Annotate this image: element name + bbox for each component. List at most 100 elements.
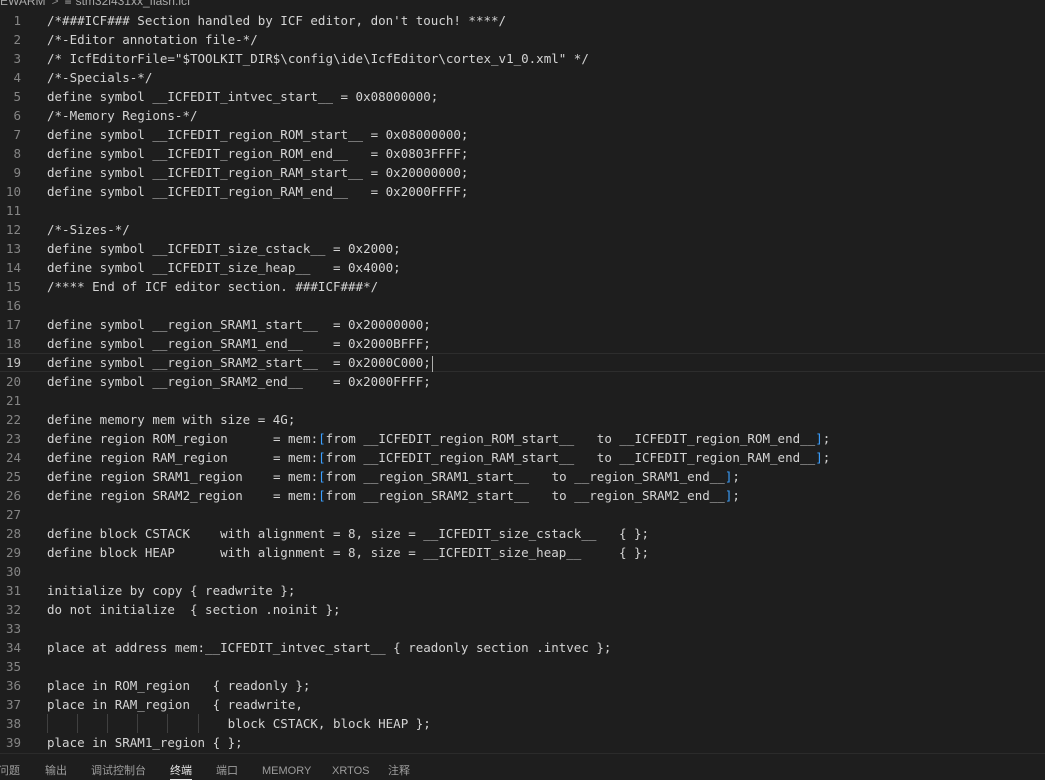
line-number: 32 <box>5 602 21 617</box>
code-line[interactable]: 36 place in ROM_region { readonly }; <box>0 676 1045 695</box>
line-number: 35 <box>5 659 21 674</box>
panel-tab[interactable]: XRTOS <box>332 763 370 779</box>
code-text[interactable]: define symbol __ICFEDIT_region_ROM_end__… <box>47 144 468 163</box>
code-line[interactable]: 5 define symbol __ICFEDIT_intvec_start__ … <box>0 87 1045 106</box>
breadcrumb-folder[interactable]: EWARM <box>0 0 46 8</box>
code-line[interactable]: 23 define region ROM_region = mem:[from _… <box>0 429 1045 448</box>
code-line[interactable]: 30 <box>0 562 1045 581</box>
code-line[interactable]: 6 /*-Memory Regions-*/ <box>0 106 1045 125</box>
code-line[interactable]: 8 define symbol __ICFEDIT_region_ROM_end_… <box>0 144 1045 163</box>
panel-tab[interactable]: 问题 <box>0 763 20 779</box>
code-text[interactable]: /*-Sizes-*/ <box>47 220 130 239</box>
code-line[interactable]: 11 <box>0 201 1045 220</box>
code-line[interactable]: 14 define symbol __ICFEDIT_size_heap__ = … <box>0 258 1045 277</box>
code-text[interactable]: define block HEAP with alignment = 8, si… <box>47 543 649 562</box>
breadcrumb: EWARM > ≡ stm32l431xx_flash.icf <box>0 0 1045 8</box>
code-line[interactable]: 10 define symbol __ICFEDIT_region_RAM_end… <box>0 182 1045 201</box>
file-lines-icon: ≡ <box>64 0 72 8</box>
code-text[interactable]: define symbol __ICFEDIT_region_RAM_end__… <box>47 182 468 201</box>
bracket: ] <box>724 469 733 484</box>
code-text[interactable]: initialize by copy { readwrite }; <box>47 581 295 600</box>
code-line[interactable]: 20 define symbol __region_SRAM2_end__ = 0… <box>0 372 1045 391</box>
panel-tab[interactable]: 调试控制台 <box>91 763 146 779</box>
line-number: 13 <box>5 241 21 256</box>
panel-tab[interactable]: 输出 <box>45 763 67 779</box>
code-text[interactable]: define symbol __region_SRAM1_start__ = 0… <box>47 315 431 334</box>
code-line[interactable]: 22 define memory mem with size = 4G; <box>0 410 1045 429</box>
code-text[interactable]: place in ROM_region { readonly }; <box>47 676 310 695</box>
line-number: 15 <box>5 279 21 294</box>
breadcrumb-file[interactable]: stm32l431xx_flash.icf <box>76 0 191 8</box>
code-line[interactable]: 29 define block HEAP with alignment = 8, … <box>0 543 1045 562</box>
line-number: 29 <box>5 545 21 560</box>
code-text[interactable]: place in RAM_region { readwrite, <box>47 695 303 714</box>
text-cursor <box>431 355 433 372</box>
line-number: 31 <box>5 583 21 598</box>
code-text[interactable]: define region RAM_region = mem:[from __I… <box>47 448 830 467</box>
panel-tab[interactable]: MEMORY <box>262 763 311 779</box>
code-line[interactable]: 17 define symbol __region_SRAM1_start__ =… <box>0 315 1045 334</box>
code-line[interactable]: 38 block CSTACK, block HEAP }; <box>0 714 1045 733</box>
code-line[interactable]: 28 define block CSTACK with alignment = 8… <box>0 524 1045 543</box>
code-line[interactable]: 35 <box>0 657 1045 676</box>
code-line[interactable]: 3 /* IcfEditorFile="$TOOLKIT_DIR$\config\… <box>0 49 1045 68</box>
code-line[interactable]: 16 <box>0 296 1045 315</box>
code-text[interactable]: /*-Editor annotation file-*/ <box>47 30 258 49</box>
code-text[interactable]: define block CSTACK with alignment = 8, … <box>47 524 649 543</box>
code-text[interactable]: define region SRAM2_region = mem:[from _… <box>47 486 740 505</box>
panel-tab[interactable]: 端口 <box>216 763 238 779</box>
code-line[interactable]: 39 place in SRAM1_region { }; <box>0 733 1045 752</box>
code-line[interactable]: 26 define region SRAM2_region = mem:[from… <box>0 486 1045 505</box>
panel-tab[interactable]: 终端 <box>170 763 192 780</box>
code-line[interactable]: 34 place at address mem:__ICFEDIT_intvec_… <box>0 638 1045 657</box>
code-line[interactable]: 25 define region SRAM1_region = mem:[from… <box>0 467 1045 486</box>
code-text[interactable]: place at address mem:__ICFEDIT_intvec_st… <box>47 638 611 657</box>
code-line[interactable]: 32 do not initialize { section .noinit }; <box>0 600 1045 619</box>
code-line[interactable]: 18 define symbol __region_SRAM1_end__ = 0… <box>0 334 1045 353</box>
code-text[interactable]: /**** End of ICF editor section. ###ICF#… <box>47 277 378 296</box>
line-number: 11 <box>5 203 21 218</box>
code-text[interactable]: block CSTACK, block HEAP }; <box>47 714 431 733</box>
line-number: 37 <box>5 697 21 712</box>
code-text[interactable]: /*-Specials-*/ <box>47 68 152 87</box>
code-editor[interactable]: 1 /*###ICF### Section handled by ICF edit… <box>0 11 1045 753</box>
code-line[interactable]: 21 <box>0 391 1045 410</box>
line-number: 3 <box>13 51 21 66</box>
code-text[interactable]: /*-Memory Regions-*/ <box>47 106 198 125</box>
chevron-right-icon: > <box>51 0 59 8</box>
code-line[interactable]: 24 define region RAM_region = mem:[from _… <box>0 448 1045 467</box>
code-text[interactable]: define symbol __region_SRAM2_start__ = 0… <box>47 353 433 372</box>
code-text[interactable]: define symbol __ICFEDIT_region_RAM_start… <box>47 163 468 182</box>
code-line[interactable]: 13 define symbol __ICFEDIT_size_cstack__ … <box>0 239 1045 258</box>
code-text[interactable]: define region ROM_region = mem:[from __I… <box>47 429 830 448</box>
code-line[interactable]: 4 /*-Specials-*/ <box>0 68 1045 87</box>
code-line[interactable]: 2 /*-Editor annotation file-*/ <box>0 30 1045 49</box>
code-text[interactable]: define symbol __ICFEDIT_size_cstack__ = … <box>47 239 401 258</box>
code-line[interactable]: 19 define symbol __region_SRAM2_start__ =… <box>0 353 1045 372</box>
line-number: 1 <box>13 13 21 28</box>
code-line[interactable]: 7 define symbol __ICFEDIT_region_ROM_star… <box>0 125 1045 144</box>
code-text[interactable]: define symbol __ICFEDIT_intvec_start__ =… <box>47 87 438 106</box>
code-line[interactable]: 31 initialize by copy { readwrite }; <box>0 581 1045 600</box>
code-text[interactable]: define symbol __region_SRAM1_end__ = 0x2… <box>47 334 431 353</box>
bracket: ] <box>815 450 823 465</box>
code-line[interactable]: 15 /**** End of ICF editor section. ###IC… <box>0 277 1045 296</box>
code-line[interactable]: 9 define symbol __ICFEDIT_region_RAM_star… <box>0 163 1045 182</box>
code-text[interactable]: place in SRAM1_region { }; <box>47 733 243 752</box>
code-text[interactable]: define symbol __ICFEDIT_size_heap__ = 0x… <box>47 258 401 277</box>
code-line[interactable]: 37 place in RAM_region { readwrite, <box>0 695 1045 714</box>
code-text[interactable]: do not initialize { section .noinit }; <box>47 600 341 619</box>
code-text[interactable]: define memory mem with size = 4G; <box>47 410 295 429</box>
code-line[interactable]: 1 /*###ICF### Section handled by ICF edit… <box>0 11 1045 30</box>
code-text[interactable]: /* IcfEditorFile="$TOOLKIT_DIR$\config\i… <box>47 49 589 68</box>
code-line[interactable]: 27 <box>0 505 1045 524</box>
line-number: 24 <box>5 450 21 465</box>
panel-tab[interactable]: 注释 <box>388 763 410 779</box>
code-text[interactable]: /*###ICF### Section handled by ICF edito… <box>47 11 506 30</box>
code-text[interactable]: define symbol __region_SRAM2_end__ = 0x2… <box>47 372 431 391</box>
code-text[interactable]: define symbol __ICFEDIT_region_ROM_start… <box>47 125 468 144</box>
code-text[interactable]: define region SRAM1_region = mem:[from _… <box>47 467 740 486</box>
code-line[interactable]: 12 /*-Sizes-*/ <box>0 220 1045 239</box>
line-number: 14 <box>5 260 21 275</box>
code-line[interactable]: 33 <box>0 619 1045 638</box>
